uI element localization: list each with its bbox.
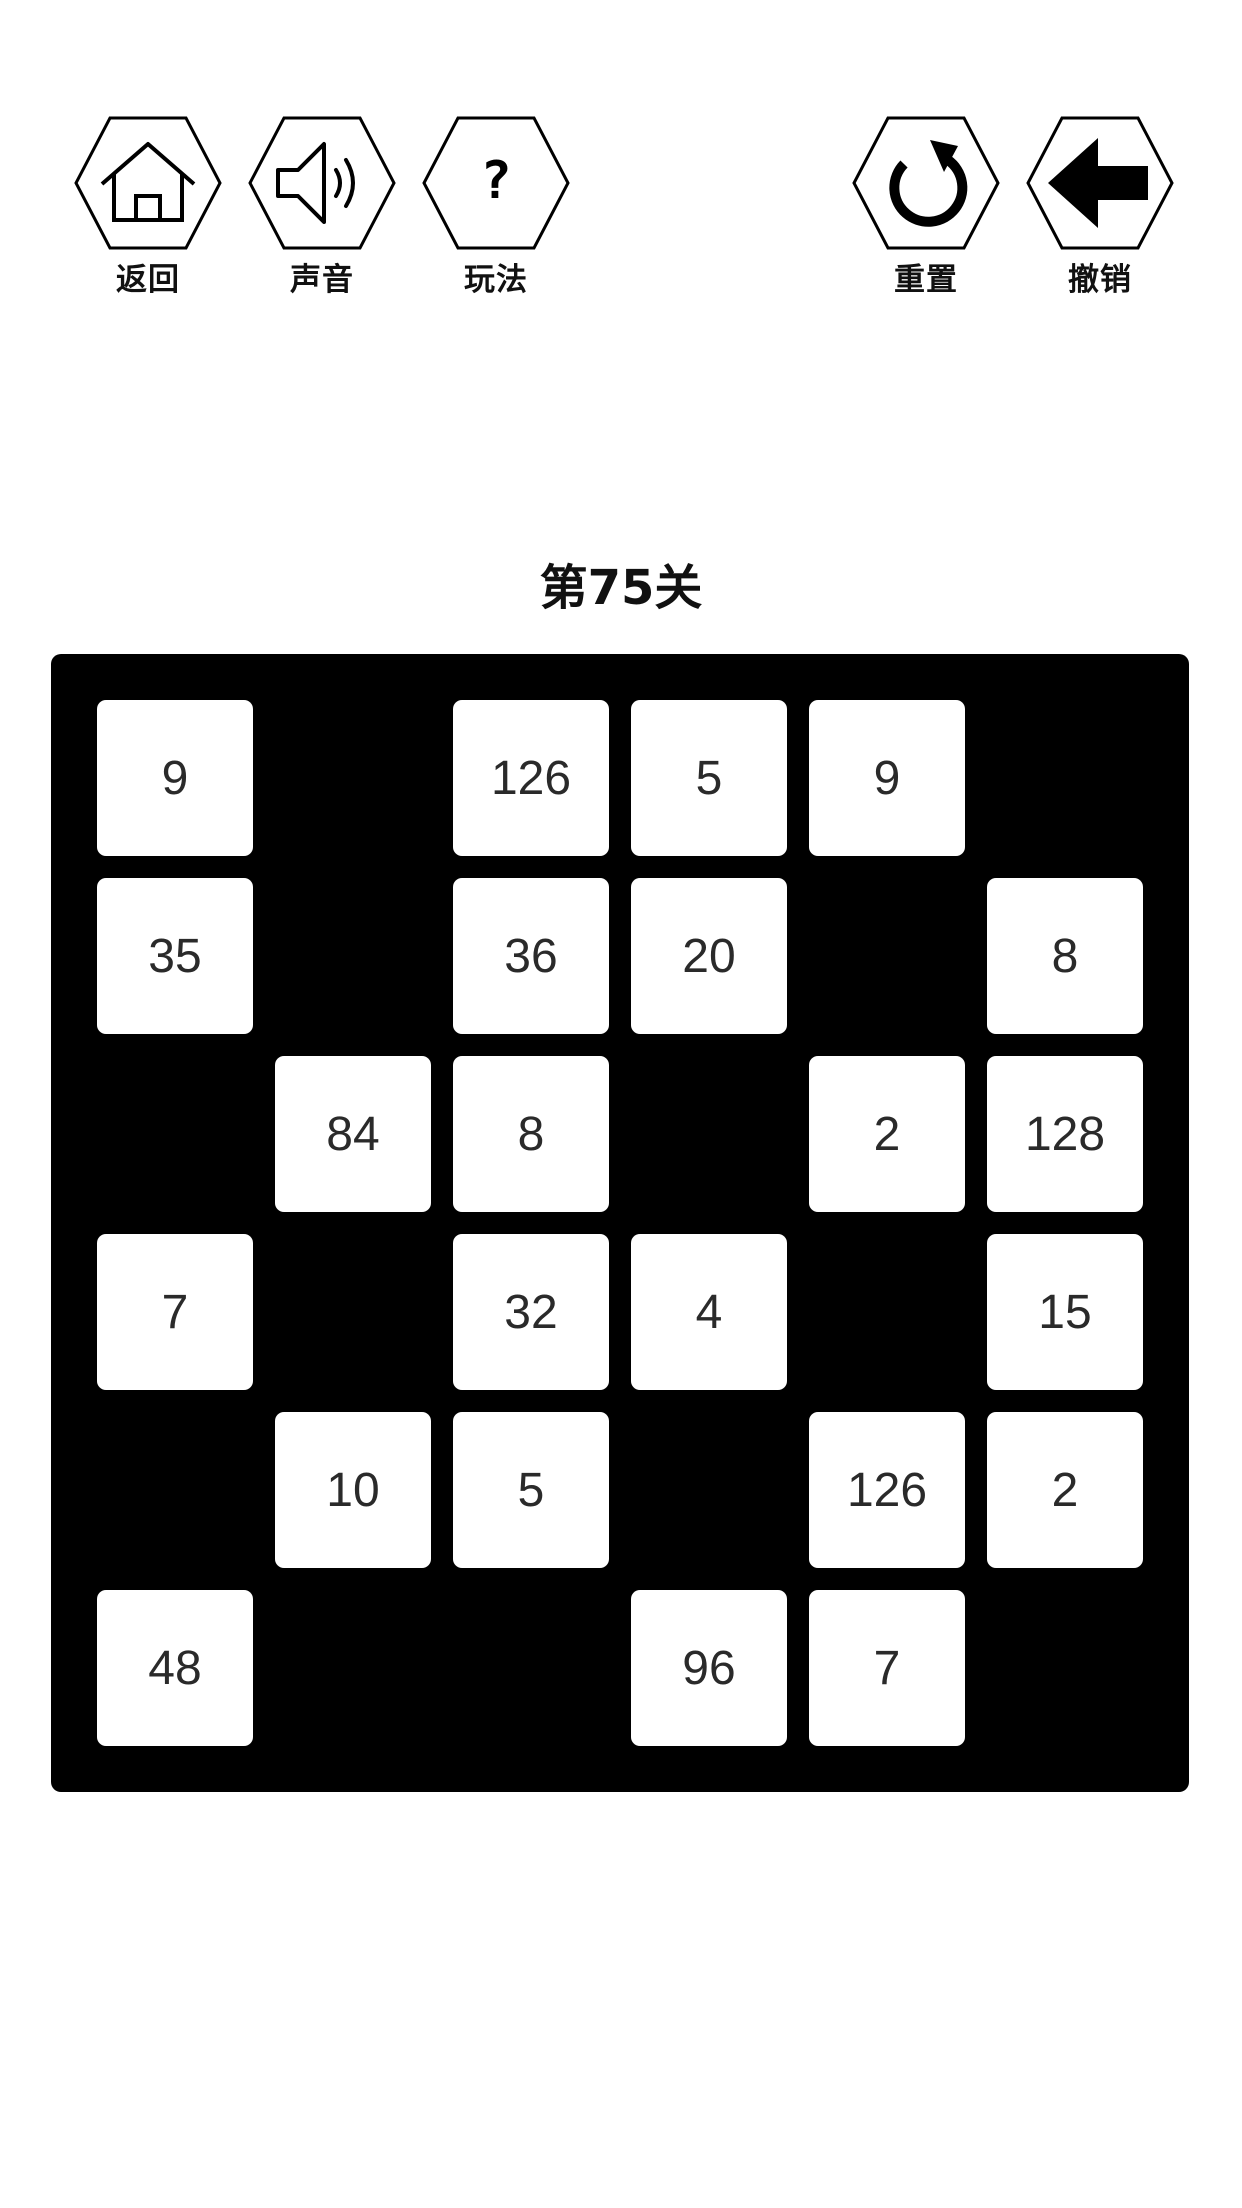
number-tile[interactable]: 126 <box>809 1412 965 1568</box>
back-label: 返回 <box>116 262 180 298</box>
sound-button[interactable]: 声音 <box>248 116 396 298</box>
number-tile[interactable]: 2 <box>809 1056 965 1212</box>
game-screen: 返回 声音 ? 玩法 重置 撤销 第75关 9 126 5 9 35 36 20… <box>0 0 1242 2208</box>
number-tile[interactable]: 15 <box>987 1234 1143 1390</box>
help-label: 玩法 <box>464 262 528 298</box>
number-tile[interactable]: 36 <box>453 878 609 1034</box>
number-tile[interactable]: 128 <box>987 1056 1143 1212</box>
number-tile[interactable]: 84 <box>275 1056 431 1212</box>
number-tile[interactable]: 48 <box>97 1590 253 1746</box>
number-tile[interactable]: 4 <box>631 1234 787 1390</box>
arrow-left-icon <box>1026 116 1174 250</box>
speaker-icon <box>248 116 396 250</box>
question-icon: ? <box>422 116 570 250</box>
reset-button[interactable]: 重置 <box>852 116 1000 298</box>
number-tile[interactable]: 7 <box>809 1590 965 1746</box>
number-tile[interactable]: 10 <box>275 1412 431 1568</box>
back-button[interactable]: 返回 <box>74 116 222 298</box>
sound-label: 声音 <box>290 262 354 298</box>
number-tile[interactable]: 126 <box>453 700 609 856</box>
number-tile[interactable]: 8 <box>453 1056 609 1212</box>
help-button[interactable]: ? 玩法 <box>422 116 570 298</box>
number-tile[interactable]: 7 <box>97 1234 253 1390</box>
number-tile[interactable]: 9 <box>809 700 965 856</box>
number-tile[interactable]: 96 <box>631 1590 787 1746</box>
number-tile[interactable]: 5 <box>631 700 787 856</box>
level-title: 第75关 <box>539 560 703 616</box>
undo-label: 撤销 <box>1068 262 1132 298</box>
game-board: 9 126 5 9 35 36 20 8 84 8 2 128 7 32 4 15 10 5 126 2 48 96 7 <box>51 654 1189 1792</box>
number-tile[interactable]: 8 <box>987 878 1143 1034</box>
home-icon <box>74 116 222 250</box>
number-tile[interactable]: 5 <box>453 1412 609 1568</box>
number-tile[interactable]: 20 <box>631 878 787 1034</box>
refresh-icon <box>852 116 1000 250</box>
number-tile[interactable]: 9 <box>97 700 253 856</box>
number-tile[interactable]: 2 <box>987 1412 1143 1568</box>
question-glyph: ? <box>480 151 511 211</box>
number-tile[interactable]: 32 <box>453 1234 609 1390</box>
undo-button[interactable]: 撤销 <box>1026 116 1174 298</box>
reset-label: 重置 <box>894 262 958 298</box>
number-tile[interactable]: 35 <box>97 878 253 1034</box>
